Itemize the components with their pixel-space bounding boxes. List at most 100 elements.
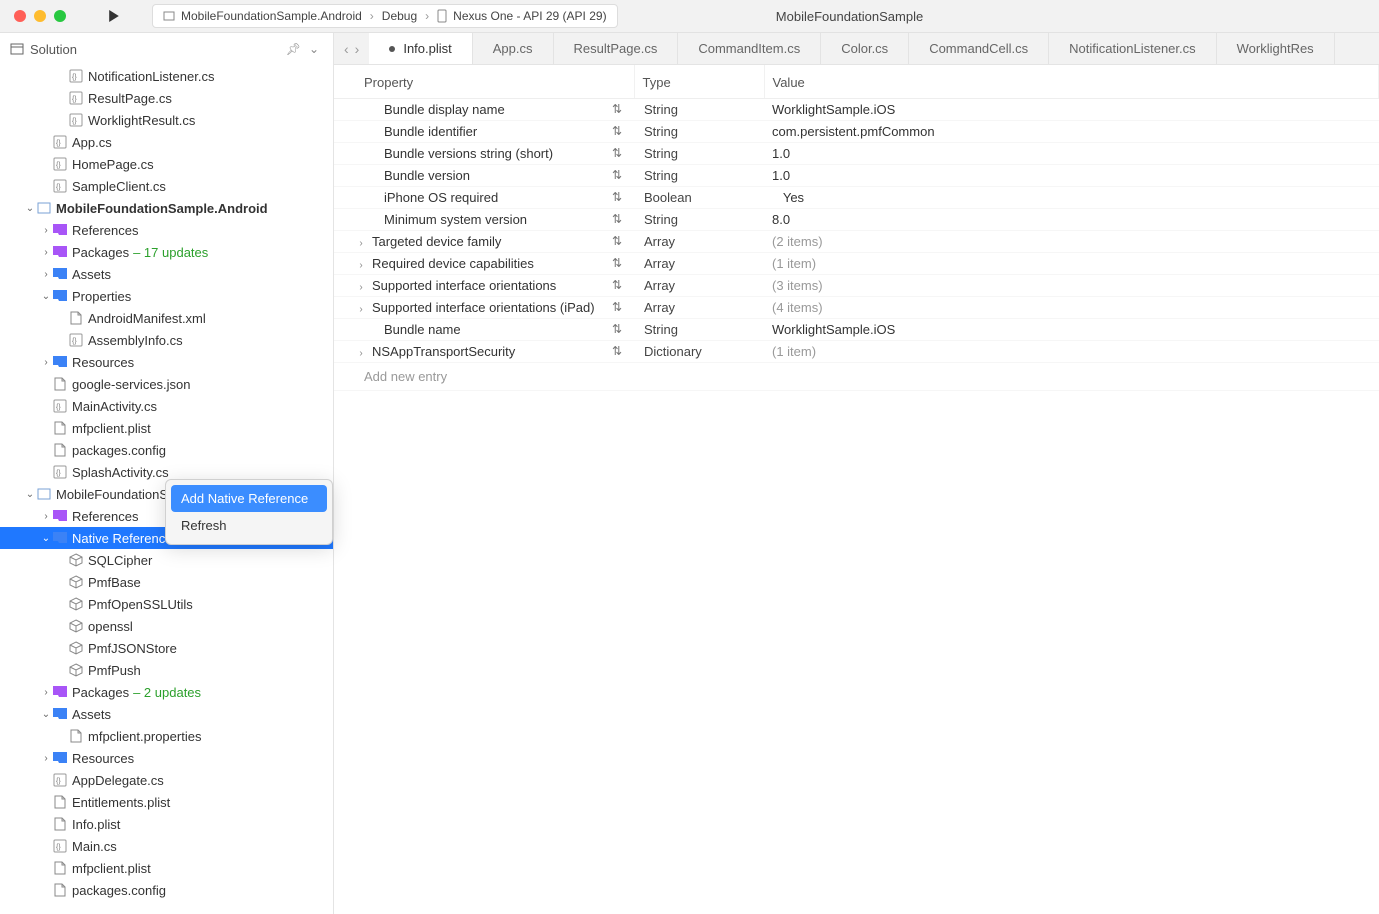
tree-item[interactable]: {}AssemblyInfo.cs <box>0 329 333 351</box>
tree-item[interactable]: openssl <box>0 615 333 637</box>
chevron-right-icon[interactable]: › <box>354 282 368 293</box>
stepper-icon[interactable]: ⇅ <box>612 322 622 336</box>
editor-tab[interactable]: App.cs <box>473 33 554 64</box>
tree-item[interactable]: Info.plist <box>0 813 333 835</box>
stepper-icon[interactable]: ⇅ <box>612 278 622 292</box>
add-new-entry[interactable]: Add new entry <box>334 363 1379 391</box>
chevron-right-icon[interactable]: › <box>40 247 52 258</box>
tree-item[interactable]: ›Packages – 17 updates <box>0 241 333 263</box>
tree-item[interactable]: ›Packages – 2 updates <box>0 681 333 703</box>
tree-item[interactable]: packages.config <box>0 439 333 461</box>
plist-value[interactable]: (1 item) <box>764 341 1379 363</box>
editor-tab[interactable]: CommandItem.cs <box>678 33 821 64</box>
header-property[interactable]: Property <box>334 65 634 99</box>
stepper-icon[interactable]: ⇅ <box>612 102 622 116</box>
tree-item[interactable]: ⌄Assets <box>0 703 333 725</box>
chevron-down-icon[interactable]: ⌄ <box>40 291 52 302</box>
editor-tab[interactable]: WorklightRes <box>1217 33 1335 64</box>
plist-value[interactable]: WorklightSample.iOS <box>764 99 1379 121</box>
chevron-down-icon[interactable]: ⌄ <box>305 42 323 56</box>
tree-item[interactable]: mfpclient.plist <box>0 857 333 879</box>
run-button[interactable] <box>104 10 124 22</box>
chevron-right-icon[interactable]: › <box>40 511 52 522</box>
tree-item[interactable]: ›Assets <box>0 263 333 285</box>
plist-row[interactable]: ›Required device capabilities⇅Array(1 it… <box>334 253 1379 275</box>
chevron-down-icon[interactable]: ⌄ <box>24 489 36 500</box>
stepper-icon[interactable]: ⇅ <box>612 168 622 182</box>
plist-value[interactable]: (4 items) <box>764 297 1379 319</box>
plist-row[interactable]: ›Targeted device family⇅Array(2 items) <box>334 231 1379 253</box>
plist-row[interactable]: Minimum system version⇅String8.0 <box>334 209 1379 231</box>
chevron-down-icon[interactable]: ⌄ <box>40 533 52 544</box>
stepper-icon[interactable]: ⇅ <box>612 300 622 314</box>
chevron-down-icon[interactable]: ⌄ <box>24 203 36 214</box>
nav-back-button[interactable]: ‹ <box>344 41 349 57</box>
tree-item[interactable]: Entitlements.plist <box>0 791 333 813</box>
plist-value[interactable]: com.persistent.pmfCommon <box>764 121 1379 143</box>
chevron-right-icon[interactable]: › <box>354 260 368 271</box>
close-window-button[interactable] <box>14 10 26 22</box>
tree-item[interactable]: PmfOpenSSLUtils <box>0 593 333 615</box>
tree-item[interactable]: {}Main.cs <box>0 835 333 857</box>
plist-row[interactable]: ›Supported interface orientations (iPad)… <box>334 297 1379 319</box>
editor-tab[interactable]: ResultPage.cs <box>554 33 679 64</box>
chevron-right-icon[interactable]: › <box>354 238 368 249</box>
tree-item[interactable]: {}App.cs <box>0 131 333 153</box>
tree-item[interactable]: {}SampleClient.cs <box>0 175 333 197</box>
chevron-down-icon[interactable]: ⌄ <box>40 709 52 720</box>
plist-value[interactable]: (1 item) <box>764 253 1379 275</box>
stepper-icon[interactable]: ⇅ <box>612 124 622 138</box>
tree-item[interactable]: mfpclient.properties <box>0 725 333 747</box>
editor-tab[interactable]: NotificationListener.cs <box>1049 33 1216 64</box>
editor-tab[interactable]: CommandCell.cs <box>909 33 1049 64</box>
tree-item[interactable]: mfpclient.plist <box>0 417 333 439</box>
tree-item[interactable]: {}AppDelegate.cs <box>0 769 333 791</box>
tree-item[interactable]: AndroidManifest.xml <box>0 307 333 329</box>
tree-item[interactable]: PmfPush <box>0 659 333 681</box>
tree-item[interactable]: {}HomePage.cs <box>0 153 333 175</box>
plist-value[interactable]: (2 items) <box>764 231 1379 253</box>
tree-item[interactable]: ›References <box>0 219 333 241</box>
stepper-icon[interactable]: ⇅ <box>612 190 622 204</box>
plist-row[interactable]: Bundle name⇅StringWorklightSample.iOS <box>334 319 1379 341</box>
tree-item[interactable]: packages.config <box>0 879 333 901</box>
chevron-right-icon[interactable]: › <box>40 753 52 764</box>
nav-forward-button[interactable]: › <box>355 41 360 57</box>
plist-row[interactable]: ›Supported interface orientations⇅Array(… <box>334 275 1379 297</box>
stepper-icon[interactable]: ⇅ <box>612 234 622 248</box>
pin-icon[interactable]: 📌︎ <box>282 42 305 56</box>
stepper-icon[interactable]: ⇅ <box>612 256 622 270</box>
tree-item[interactable]: {}ResultPage.cs <box>0 87 333 109</box>
run-target-selector[interactable]: MobileFoundationSample.Android › Debug ›… <box>152 4 618 28</box>
header-type[interactable]: Type <box>634 65 764 99</box>
minimize-window-button[interactable] <box>34 10 46 22</box>
tree-item[interactable]: PmfBase <box>0 571 333 593</box>
menu-refresh[interactable]: Refresh <box>171 512 327 539</box>
tree-item[interactable]: {}MainActivity.cs <box>0 395 333 417</box>
plist-row[interactable]: Bundle identifier⇅Stringcom.persistent.p… <box>334 121 1379 143</box>
plist-row[interactable]: iPhone OS required⇅Boolean Yes <box>334 187 1379 209</box>
plist-value[interactable]: 8.0 <box>764 209 1379 231</box>
stepper-icon[interactable]: ⇅ <box>612 146 622 160</box>
plist-row[interactable]: Bundle versions string (short)⇅String1.0 <box>334 143 1379 165</box>
chevron-right-icon[interactable]: › <box>40 225 52 236</box>
stepper-icon[interactable]: ⇅ <box>612 344 622 358</box>
tree-item[interactable]: ›Resources <box>0 351 333 373</box>
chevron-right-icon[interactable]: › <box>354 304 368 315</box>
editor-tab[interactable]: Info.plist <box>369 33 472 64</box>
plist-value[interactable]: WorklightSample.iOS <box>764 319 1379 341</box>
plist-row[interactable]: Bundle display name⇅StringWorklightSampl… <box>334 99 1379 121</box>
plist-row[interactable]: ›NSAppTransportSecurity⇅Dictionary(1 ite… <box>334 341 1379 363</box>
tree-item[interactable]: PmfJSONStore <box>0 637 333 659</box>
tree-item[interactable]: {}WorklightResult.cs <box>0 109 333 131</box>
stepper-icon[interactable]: ⇅ <box>612 212 622 226</box>
plist-row[interactable]: Bundle version⇅String1.0 <box>334 165 1379 187</box>
header-value[interactable]: Value <box>764 65 1379 99</box>
editor-tab[interactable]: Color.cs <box>821 33 909 64</box>
tree-item[interactable]: SQLCipher <box>0 549 333 571</box>
chevron-right-icon[interactable]: › <box>354 348 368 359</box>
zoom-window-button[interactable] <box>54 10 66 22</box>
tree-item[interactable]: ⌄Properties <box>0 285 333 307</box>
plist-value[interactable]: 1.0 <box>764 143 1379 165</box>
chevron-right-icon[interactable]: › <box>40 269 52 280</box>
